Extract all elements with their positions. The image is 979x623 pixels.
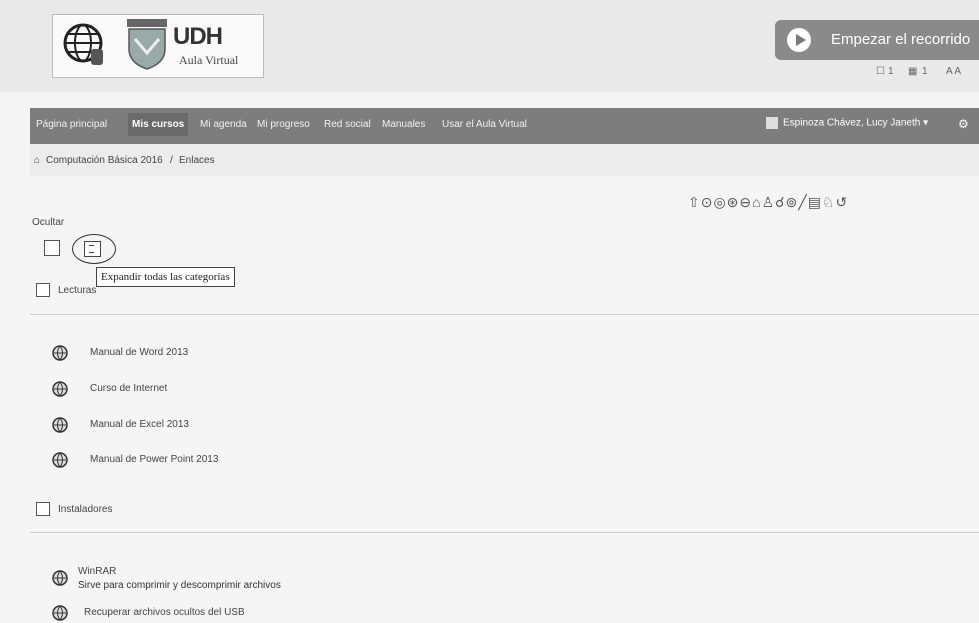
notification-count: 1 — [888, 66, 894, 77]
avatar — [766, 117, 778, 129]
play-icon — [787, 28, 811, 52]
hide-label[interactable]: Ocultar — [32, 217, 64, 228]
expand-tooltip: Expandir todas las categorías — [96, 267, 235, 287]
start-tour-label: Empezar el recorrido — [831, 31, 971, 48]
expand-all-button[interactable] — [72, 234, 116, 264]
university-shield-icon — [127, 19, 167, 70]
link-item[interactable]: Manual de Power Point 2013 — [90, 454, 218, 465]
user-menu[interactable]: Espinoza Chávez, Lucy Janeth ▾ — [766, 117, 928, 129]
category-title[interactable]: Lecturas — [58, 285, 96, 296]
link-item[interactable]: Manual de Word 2013 — [90, 347, 188, 358]
message-count: 1 — [922, 66, 928, 77]
udh-logo[interactable]: UDH Aula Virtual — [52, 14, 264, 78]
link-item[interactable]: Recuperar archivos ocultos del USB — [84, 607, 245, 618]
start-tour-button[interactable]: Empezar el recorrido — [775, 20, 979, 60]
gear-icon[interactable]: ⚙ — [958, 117, 969, 131]
globe-hand-icon — [63, 23, 103, 65]
nav-item-mi-agenda[interactable]: Mi agenda — [200, 119, 247, 130]
nav-item-mis-cursos[interactable]: Mis cursos — [128, 113, 189, 136]
divider — [30, 314, 979, 315]
link-description: Sirve para comprimir y descomprimir arch… — [78, 580, 281, 591]
globe-link-icon — [52, 417, 68, 433]
breadcrumb: ⌂ Computación Básica 2016 / Enlaces — [30, 144, 979, 176]
main-nav: Página principal Mis cursos Mi agenda Mi… — [30, 108, 979, 144]
category-checkbox[interactable] — [36, 283, 50, 297]
link-item[interactable]: Manual de Excel 2013 — [90, 419, 189, 430]
header: UDH Aula Virtual Empezar el recorrido ☐ … — [0, 0, 979, 92]
breadcrumb-course[interactable]: Computación Básica 2016 — [46, 155, 163, 166]
font-size-control[interactable]: A A — [946, 66, 961, 77]
nav-item-usar-aula-virtual[interactable]: Usar el Aula Virtual — [442, 119, 527, 130]
chevron-down-icon: ▾ — [923, 117, 929, 129]
category-checkbox[interactable] — [36, 502, 50, 516]
message-icon[interactable]: ▦ — [908, 66, 917, 77]
home-icon[interactable]: ⌂ — [34, 155, 40, 166]
breadcrumb-current: Enlaces — [179, 155, 215, 166]
globe-link-icon — [52, 605, 68, 621]
logo-text: UDH — [173, 23, 223, 50]
globe-link-icon — [52, 452, 68, 468]
collapse-all-checkbox[interactable] — [44, 240, 60, 256]
globe-link-icon — [52, 381, 68, 397]
globe-link-icon — [52, 345, 68, 361]
expand-all-icon — [84, 241, 101, 257]
globe-link-icon — [52, 570, 68, 586]
nav-item-red-social[interactable]: Red social — [324, 119, 371, 130]
nav-item-manuales[interactable]: Manuales — [382, 119, 425, 130]
logo-subtitle: Aula Virtual — [179, 53, 239, 67]
link-item[interactable]: WinRAR — [78, 566, 116, 577]
link-item[interactable]: Curso de Internet — [90, 383, 167, 394]
course-toolbar[interactable]: ⇧⊙◎⊛⊖⌂♙☌⊚╱▤♘↺ — [688, 194, 848, 211]
notification-icon[interactable]: ☐ — [876, 66, 885, 77]
nav-item-pagina-principal[interactable]: Página principal — [36, 119, 107, 130]
category-title[interactable]: Instaladores — [58, 504, 112, 515]
user-name: Espinoza Chávez, Lucy Janeth — [783, 117, 921, 129]
nav-item-mi-progreso[interactable]: Mi progreso — [257, 119, 310, 130]
divider — [30, 532, 979, 533]
breadcrumb-separator: / — [170, 155, 173, 166]
